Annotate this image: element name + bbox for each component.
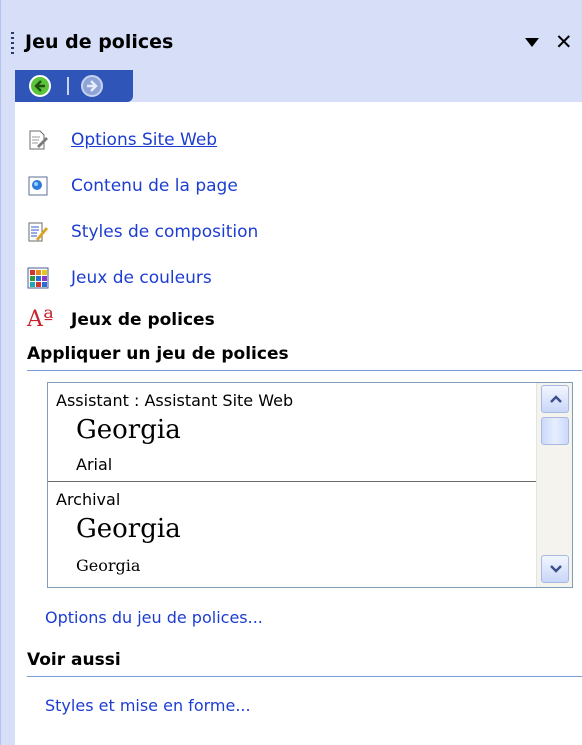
font-scheme-item[interactable]: Archival Georgia Georgia [48,482,536,587]
font-scheme-icon: Aª [27,307,54,332]
font-scheme-body-font: Georgia [76,556,141,575]
color-grid-icon [27,267,49,289]
scroll-thumb[interactable] [541,417,569,445]
drag-grip-icon[interactable] [11,32,14,54]
font-scheme-heading-font: Georgia [76,514,181,544]
close-icon[interactable]: ✕ [555,30,573,54]
font-scheme-name: Assistant : Assistant Site Web [56,391,294,410]
nav-item-page-content[interactable]: Contenu de la page [27,172,238,200]
font-scheme-name: Archival [56,490,121,509]
back-arrow-icon[interactable] [29,75,51,97]
forward-arrow-icon[interactable] [81,75,103,97]
nav-item-layout-styles[interactable]: Styles de composition [27,218,258,246]
page-content-icon [27,175,49,197]
font-scheme-options-link[interactable]: Options du jeu de polices... [45,608,263,627]
nav-item-color-schemes[interactable]: Jeux de couleurs [27,264,212,292]
styles-and-formatting-link[interactable]: Styles et mise en forme... [45,696,251,715]
page-edit-icon [27,129,49,151]
apply-font-scheme-heading: Appliquer un jeu de polices [27,344,582,371]
listbox-scrollbar[interactable] [536,383,572,587]
scroll-up-icon[interactable] [541,385,569,413]
pane-menu-dropdown-icon[interactable] [525,38,539,47]
nav-item-site-options[interactable]: Options Site Web [27,126,217,154]
navigation-strip [15,70,133,102]
font-scheme-heading-font: Georgia [76,415,181,445]
scroll-down-icon[interactable] [541,555,569,583]
see-also-heading: Voir aussi [27,650,582,677]
font-scheme-item[interactable]: Assistant : Assistant Site Web Georgia A… [48,383,536,481]
task-pane-titlebar: Jeu de polices ✕ [1,0,582,68]
nav-item-font-schemes[interactable]: Aª Jeux de polices [27,306,215,334]
pane-title: Jeu de polices [25,31,174,53]
font-scheme-body-font: Arial [76,455,113,474]
task-pane-body: Options Site Web Contenu de la page Styl… [15,102,582,745]
layout-styles-icon [27,221,49,243]
font-scheme-listbox[interactable]: Assistant : Assistant Site Web Georgia A… [47,382,573,588]
nav-separator [67,77,69,95]
task-pane: Jeu de polices ✕ Options Site Web Conten… [0,0,582,745]
